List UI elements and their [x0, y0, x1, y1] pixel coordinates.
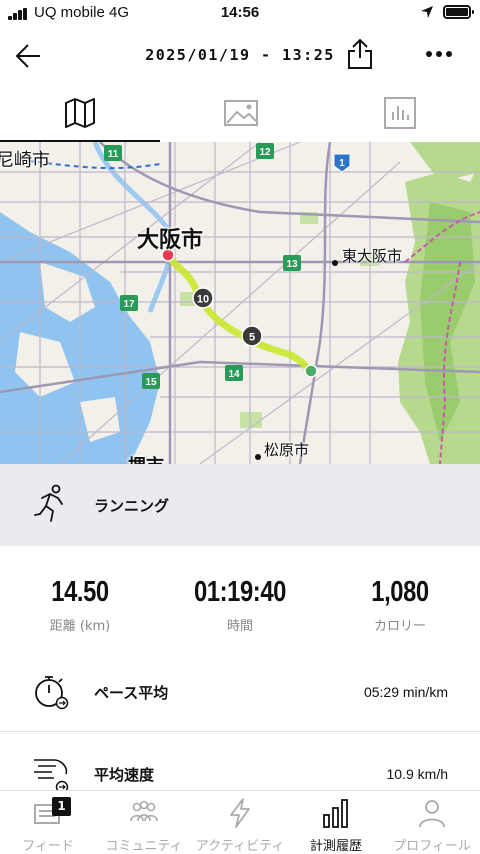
tab-map[interactable]: [0, 90, 160, 142]
community-icon: [130, 800, 158, 822]
nav-history-label: 計測履歴: [309, 839, 362, 854]
profile-icon: [419, 800, 445, 828]
duration-label: 時間: [226, 619, 253, 634]
map-label-amagasaki: 尼崎市: [0, 150, 50, 171]
lightning-icon: [230, 798, 250, 828]
stopwatch-icon: [35, 676, 69, 710]
route-map[interactable]: 10 5 11 12 1 13 17 14 15 尼崎市 大阪市 東大阪市 松原…: [0, 142, 480, 464]
svg-text:1: 1: [339, 158, 345, 169]
route-shield: 11: [104, 145, 122, 161]
route-shield: 14: [225, 365, 243, 381]
status-bar: UQ mobile 4G 14:56: [0, 0, 480, 26]
activity-type-label: ランニング: [94, 497, 170, 515]
distance-label: 距離 (km): [49, 619, 111, 634]
svg-text:14: 14: [228, 369, 240, 380]
running-person-icon: [34, 484, 63, 522]
share-icon[interactable]: [346, 38, 374, 70]
history-bars-icon: [323, 799, 348, 828]
battery-icon: [443, 5, 474, 19]
svg-text:12: 12: [259, 147, 271, 158]
svg-text:11: 11: [108, 149, 119, 160]
duration-value: 01:19:40: [194, 576, 286, 608]
route-end-marker: [304, 364, 318, 378]
map-icon: [65, 98, 95, 128]
summary-stats: 14.50 距離 (km) 01:19:40 時間 1,080 カロリー: [0, 576, 480, 646]
nav-feed-label: フィード: [22, 839, 74, 854]
nav-profile-label: プロフィール: [393, 839, 471, 854]
svg-text:10: 10: [197, 294, 209, 306]
route-shield: 1: [333, 153, 351, 173]
nav-community[interactable]: コミュニティ: [96, 791, 192, 854]
activity-type-bar: ランニング: [0, 464, 480, 546]
map-label-osaka: 大阪市: [137, 228, 204, 253]
map-label-sakai: 堺市: [128, 452, 164, 464]
svg-text:5: 5: [249, 332, 255, 344]
calories-value: 1,080: [371, 576, 429, 608]
distance-stat: 14.50 距離 (km): [0, 576, 160, 634]
header: 2025/01/19 - 13:25: [0, 30, 480, 82]
tab-graph[interactable]: [320, 90, 480, 142]
km-10-marker: 10: [192, 287, 214, 309]
map-canvas: 10 5 11 12 1 13 17 14 15: [0, 142, 480, 464]
duration-stat: 01:19:40 時間: [160, 576, 320, 634]
map-label-matsubara: 松原市: [264, 441, 310, 459]
nav-feed[interactable]: 1 フィード: [0, 791, 96, 854]
pace-row: ペース平均 05:29 min/km: [0, 656, 480, 728]
speed-icon: [34, 759, 69, 794]
view-tabs: [0, 90, 480, 142]
record-datetime-title: 2025/01/19 - 13:25: [145, 46, 335, 64]
average-speed-value: 10.9 km/h: [386, 766, 448, 782]
location-arrow-icon: [421, 6, 433, 18]
calories-stat: 1,080 カロリー: [320, 576, 480, 634]
calories-label: カロリー: [373, 619, 426, 634]
clock: 14:56: [220, 4, 260, 21]
route-shield: 13: [283, 255, 301, 271]
photo-icon: [224, 100, 258, 126]
route-shield: 15: [142, 373, 160, 389]
svg-text:15: 15: [145, 377, 157, 388]
route-shield: 17: [120, 295, 138, 311]
feed-notification-badge: 1: [52, 797, 71, 816]
bottom-navigation: 1 フィード コミュニティ アクティビティ 計測履歴 プロフィール: [0, 790, 480, 854]
pace-value: 05:29 min/km: [363, 684, 448, 700]
average-speed-label: 平均速度: [94, 766, 155, 784]
nav-activity-label: アクティビティ: [195, 839, 285, 854]
tab-photos[interactable]: [160, 90, 320, 142]
svg-text:17: 17: [123, 299, 135, 310]
nav-history[interactable]: 計測履歴: [288, 791, 384, 854]
map-label-higashiosaka: 東大阪市: [342, 247, 403, 265]
nav-profile[interactable]: プロフィール: [384, 791, 480, 854]
km-5-marker: 5: [241, 325, 263, 347]
divider: [0, 731, 480, 732]
more-options-icon[interactable]: [424, 44, 454, 64]
pace-label: ペース平均: [94, 684, 169, 702]
distance-value: 14.50: [51, 576, 109, 608]
nav-activity[interactable]: アクティビティ: [192, 791, 288, 854]
bar-graph-icon: [384, 97, 416, 129]
nav-community-label: コミュニティ: [105, 839, 183, 854]
route-shield: 12: [256, 143, 274, 159]
svg-text:13: 13: [286, 259, 298, 270]
